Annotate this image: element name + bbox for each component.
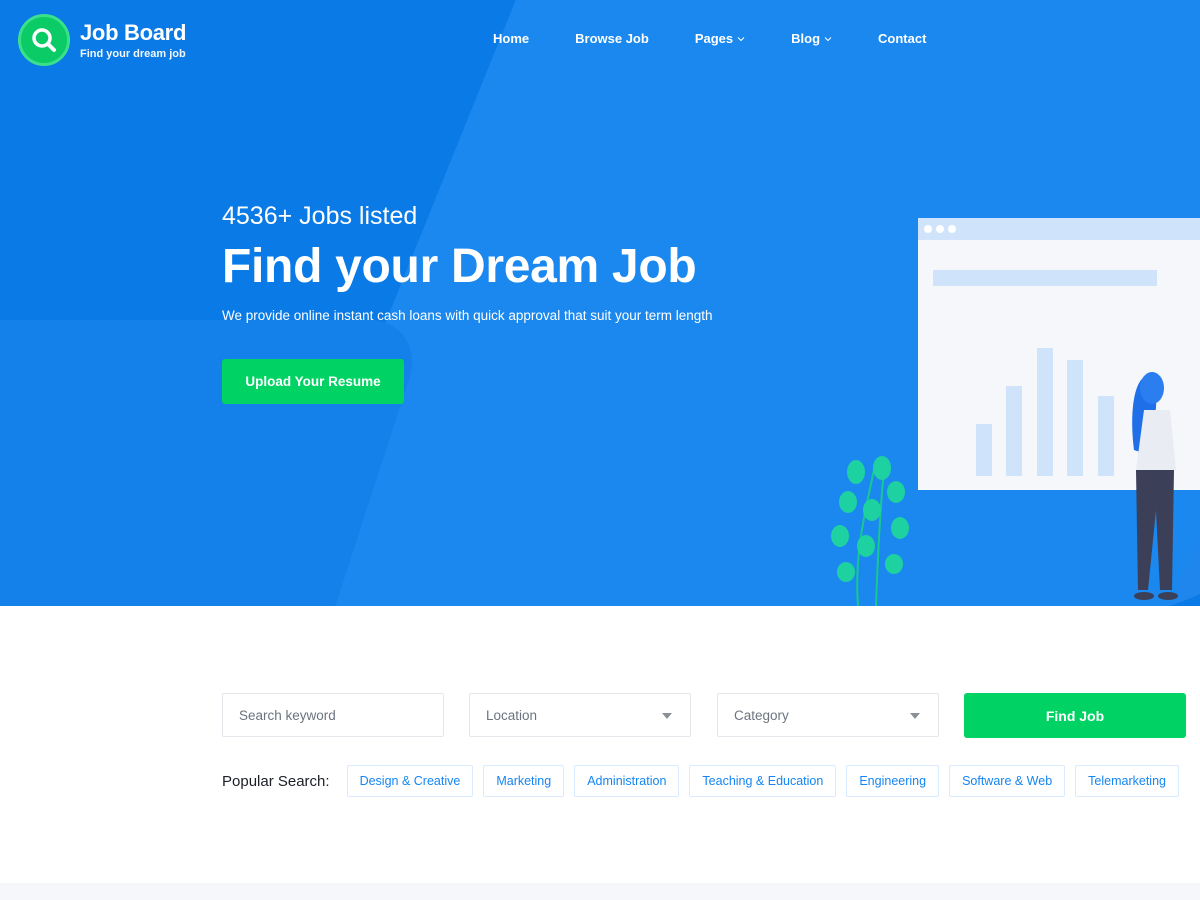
nav-contact[interactable]: Contact	[878, 31, 926, 46]
logo-tagline: Find your dream job	[80, 48, 186, 60]
nav-home[interactable]: Home	[493, 31, 529, 46]
popular-tag[interactable]: Teaching & Education	[689, 765, 837, 797]
hero-title: Find your Dream Job	[222, 240, 697, 293]
hero-illustration	[831, 218, 1200, 606]
next-section-edge	[0, 883, 1200, 900]
popular-search: Popular Search: Design & Creative Market…	[222, 765, 1189, 797]
chevron-down-icon	[737, 36, 745, 41]
keyword-field[interactable]	[222, 693, 444, 737]
hero-banner: Job Board Find your dream job Home Brows…	[0, 0, 1200, 606]
nav-pages[interactable]: Pages	[695, 31, 745, 46]
nav-contact-label: Contact	[878, 31, 927, 46]
nav-browse-job-label: Browse Job	[575, 31, 649, 46]
jobs-count: 4536+ Jobs listed	[222, 202, 418, 230]
hero-copy: 4536+ Jobs listed Find your Dream Job We…	[222, 202, 713, 323]
popular-tag[interactable]: Administration	[574, 765, 680, 797]
category-select-value: Category	[734, 707, 789, 723]
location-select-value: Location	[486, 707, 538, 723]
category-select[interactable]: Category	[717, 693, 939, 737]
caret-down-icon	[662, 713, 672, 719]
popular-tag[interactable]: Marketing	[483, 765, 565, 797]
search-logo-icon	[18, 14, 70, 66]
nav-blog[interactable]: Blog	[791, 31, 832, 46]
caret-down-icon	[910, 713, 920, 719]
nav-home-label: Home	[493, 31, 530, 46]
nav-blog-label: Blog	[791, 31, 821, 46]
chevron-down-icon	[824, 36, 832, 41]
location-select[interactable]: Location	[469, 693, 691, 737]
hero-subtitle: We provide online instant cash loans wit…	[222, 308, 713, 323]
popular-tag[interactable]: Design & Creative	[346, 765, 474, 797]
find-job-button[interactable]: Find Job	[964, 693, 1186, 738]
main-nav: Home Browse Job Pages Blog Contact	[493, 31, 972, 46]
search-keyword-input[interactable]	[239, 707, 427, 723]
nav-browse-job[interactable]: Browse Job	[575, 31, 649, 46]
search-section: Location Category Find Job Popular Searc…	[0, 606, 1200, 900]
popular-tag[interactable]: Software & Web	[949, 765, 1066, 797]
site-logo[interactable]: Job Board Find your dream job	[18, 14, 186, 66]
popular-tag[interactable]: Engineering	[846, 765, 940, 797]
nav-pages-label: Pages	[694, 31, 734, 46]
upload-resume-button[interactable]: Upload Your Resume	[222, 359, 404, 404]
popular-tag[interactable]: Telemarketing	[1075, 765, 1179, 797]
logo-title: Job Board	[80, 20, 187, 45]
popular-search-label: Popular Search:	[222, 772, 330, 790]
